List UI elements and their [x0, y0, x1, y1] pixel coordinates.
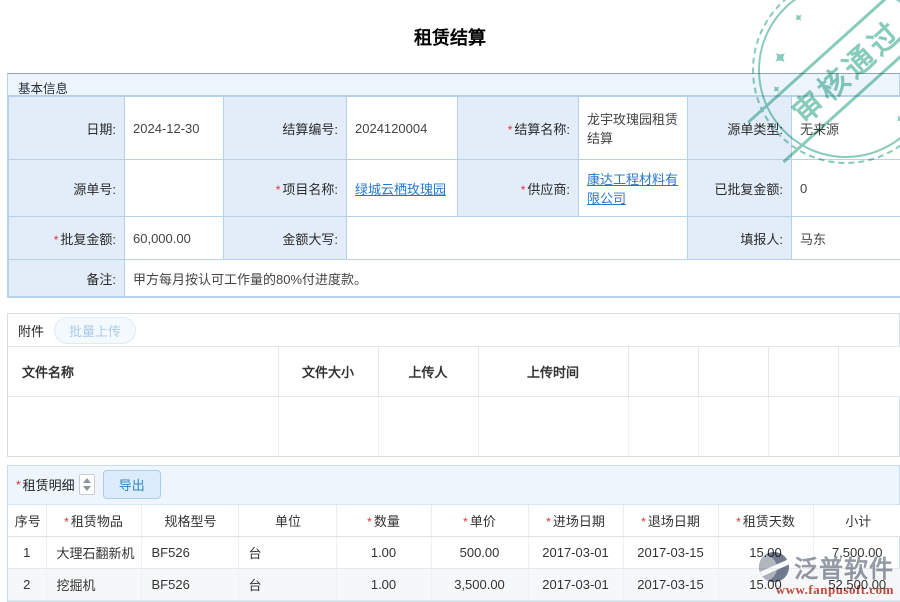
supplier-value: 康达工程材料有限公司 — [579, 160, 688, 217]
filler-value: 马东 — [792, 217, 900, 260]
attachments-table: 文件名称 文件大小 上传人 上传时间 — [8, 346, 900, 456]
sort-spinner-icon[interactable] — [79, 474, 95, 495]
settlement-name-value: 龙宇玫瑰园租赁结算 — [579, 97, 688, 160]
amount-words-label: 金额大写: — [224, 217, 347, 260]
project-link[interactable]: 绿城云栖玫瑰园 — [355, 182, 446, 197]
supplier-label: *供应商: — [458, 160, 579, 217]
approved-total-label: 已批复金额: — [688, 160, 792, 217]
page-title: 租赁结算 — [0, 0, 900, 73]
basic-info-table: 日期: 2024-12-30 结算编号: 2024120004 *结算名称: 龙… — [8, 96, 900, 297]
col-days: *租赁天数 — [718, 505, 813, 537]
form-row-2: 源单号: *项目名称: 绿城云栖玫瑰园 *供应商: 康达工程材料有限公司 已批复… — [9, 160, 900, 217]
cell-exit-date: 2017-03-15 — [623, 569, 718, 601]
detail-row: 2 挖掘机 BF526 台 1.00 3,500.00 2017-03-01 2… — [8, 569, 900, 601]
lease-detail-header: * 租赁明细 导出 — [8, 466, 899, 505]
col-qty: *数量 — [336, 505, 431, 537]
approval-amount-value: 60,000.00 — [125, 217, 224, 260]
source-no-value — [125, 160, 224, 217]
form-row-3: *批复金额: 60,000.00 金额大写: 填报人: 马东 — [9, 217, 900, 260]
cell-unit: 台 — [238, 569, 336, 601]
attachments-title: 附件 — [18, 321, 44, 340]
cell-days: 15.00 — [718, 537, 813, 569]
col-empty — [768, 347, 838, 397]
export-button[interactable]: 导出 — [103, 470, 161, 499]
cell-qty: 1.00 — [336, 537, 431, 569]
col-enter-date: *进场日期 — [528, 505, 623, 537]
col-empty — [628, 347, 698, 397]
cell-seq: 1 — [8, 537, 46, 569]
cell-qty: 1.00 — [336, 569, 431, 601]
approval-amount-label: *批复金额: — [9, 217, 125, 260]
col-unit: 单位 — [238, 505, 336, 537]
cell-price: 500.00 — [431, 537, 528, 569]
cell-seq: 2 — [8, 569, 46, 601]
form-row-4: 备注: 甲方每月按认可工作量的80%付进度款。 — [9, 260, 900, 297]
basic-info-header: 基本信息 — [8, 74, 899, 96]
lease-detail-section: * 租赁明细 导出 序号 *租赁物品 规格型号 单位 *数量 *单价 *进场日期… — [7, 465, 900, 602]
settlement-no-label: 结算编号: — [224, 97, 347, 160]
col-subtotal: 小计 — [813, 505, 900, 537]
source-type-value: 无来源 — [792, 97, 900, 160]
col-file-name: 文件名称 — [8, 347, 278, 397]
source-type-label: 源单类型: — [688, 97, 792, 160]
supplier-link[interactable]: 康达工程材料有限公司 — [587, 172, 678, 206]
required-mark: * — [54, 233, 59, 247]
cell-days: 15.00 — [718, 569, 813, 601]
remark-label: 备注: — [9, 260, 125, 297]
approved-total-value: 0 — [792, 160, 900, 217]
col-price: *单价 — [431, 505, 528, 537]
col-empty — [698, 347, 768, 397]
required-mark: * — [276, 183, 281, 197]
cell-unit: 台 — [238, 537, 336, 569]
cell-item: 大理石翻新机 — [46, 537, 141, 569]
cell-enter-date: 2017-03-01 — [528, 537, 623, 569]
cell-exit-date: 2017-03-15 — [623, 537, 718, 569]
remark-value: 甲方每月按认可工作量的80%付进度款。 — [125, 260, 900, 297]
detail-header-row: 序号 *租赁物品 规格型号 单位 *数量 *单价 *进场日期 *退场日期 *租赁… — [8, 505, 900, 537]
col-seq: 序号 — [8, 505, 46, 537]
amount-words-value — [347, 217, 688, 260]
col-exit-date: *退场日期 — [623, 505, 718, 537]
cell-price: 3,500.00 — [431, 569, 528, 601]
detail-row: 1 大理石翻新机 BF526 台 1.00 500.00 2017-03-01 … — [8, 537, 900, 569]
col-model: 规格型号 — [141, 505, 238, 537]
lease-detail-title: 租赁明细 — [23, 475, 75, 494]
required-mark: * — [508, 123, 513, 137]
cell-enter-date: 2017-03-01 — [528, 569, 623, 601]
date-value: 2024-12-30 — [125, 97, 224, 160]
col-empty — [838, 347, 900, 397]
filler-label: 填报人: — [688, 217, 792, 260]
date-label: 日期: — [9, 97, 125, 160]
batch-upload-button[interactable]: 批量上传 — [54, 317, 136, 344]
required-mark: * — [16, 478, 21, 492]
lease-detail-table: 序号 *租赁物品 规格型号 单位 *数量 *单价 *进场日期 *退场日期 *租赁… — [8, 505, 900, 602]
col-file-size: 文件大小 — [278, 347, 378, 397]
cell-model: BF526 — [141, 537, 238, 569]
form-row-1: 日期: 2024-12-30 结算编号: 2024120004 *结算名称: 龙… — [9, 97, 900, 160]
cell-subtotal: 7,500.00 — [813, 537, 900, 569]
col-upload-time: 上传时间 — [478, 347, 628, 397]
source-no-label: 源单号: — [9, 160, 125, 217]
settlement-name-label: *结算名称: — [458, 97, 579, 160]
attachments-header: 附件 批量上传 — [8, 314, 899, 346]
cell-subtotal: 52,500.00 — [813, 569, 900, 601]
col-item: *租赁物品 — [46, 505, 141, 537]
attachments-header-row: 文件名称 文件大小 上传人 上传时间 — [8, 347, 900, 397]
basic-info-section: 基本信息 日期: 2024-12-30 结算编号: 2024120004 *结算… — [7, 73, 900, 298]
required-mark: * — [521, 183, 526, 197]
col-uploader: 上传人 — [378, 347, 478, 397]
attachments-empty-row — [8, 397, 900, 456]
cell-item: 挖掘机 — [46, 569, 141, 601]
project-name-label: *项目名称: — [224, 160, 347, 217]
settlement-no-value: 2024120004 — [347, 97, 458, 160]
cell-model: BF526 — [141, 569, 238, 601]
project-name-value: 绿城云栖玫瑰园 — [347, 160, 458, 217]
attachments-section: 附件 批量上传 文件名称 文件大小 上传人 上传时间 — [7, 313, 900, 457]
